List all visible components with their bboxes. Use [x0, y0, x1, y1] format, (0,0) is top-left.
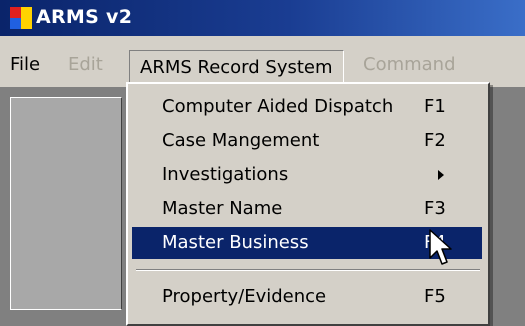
- menu-item-label: Property/Evidence: [162, 286, 327, 307]
- menu-bar: File Edit ARMS Record System Command: [0, 36, 525, 88]
- menu-item-shortcut: F2: [424, 130, 446, 151]
- client-panel: [10, 97, 122, 310]
- title-bar[interactable]: ARMS v2: [0, 0, 525, 36]
- menu-item-investigations[interactable]: Investigations: [132, 159, 482, 191]
- menu-item-label: Master Business: [162, 232, 309, 253]
- menu-item-label: Case Mangement: [162, 130, 320, 151]
- menu-item-computer-aided-dispatch[interactable]: Computer Aided Dispatch F1: [132, 91, 482, 123]
- app-icon[interactable]: [10, 7, 32, 29]
- menu-edit[interactable]: Edit: [60, 50, 111, 80]
- menu-separator: [136, 269, 480, 271]
- submenu-arrow-icon: [438, 170, 444, 180]
- menu-item-case-mangement[interactable]: Case Mangement F2: [132, 125, 482, 157]
- menu-file[interactable]: File: [2, 50, 48, 80]
- window-title: ARMS v2: [36, 6, 133, 28]
- menu-item-master-name[interactable]: Master Name F3: [132, 193, 482, 225]
- menu-item-shortcut: F5: [424, 286, 446, 307]
- menu-item-shortcut: F1: [424, 96, 446, 117]
- menu-item-label: Investigations: [162, 164, 289, 185]
- menu-item-label: Master Name: [162, 198, 283, 219]
- mouse-pointer-icon: [429, 229, 452, 265]
- menu-arms-record-system[interactable]: ARMS Record System: [129, 50, 344, 85]
- arms-record-system-dropdown: Computer Aided Dispatch F1 Case Mangemen…: [126, 82, 490, 326]
- menu-command[interactable]: Command: [355, 50, 464, 80]
- menu-item-shortcut: F3: [424, 198, 446, 219]
- menu-item-property-evidence[interactable]: Property/Evidence F5: [132, 281, 482, 313]
- menu-item-label: Computer Aided Dispatch: [162, 96, 394, 117]
